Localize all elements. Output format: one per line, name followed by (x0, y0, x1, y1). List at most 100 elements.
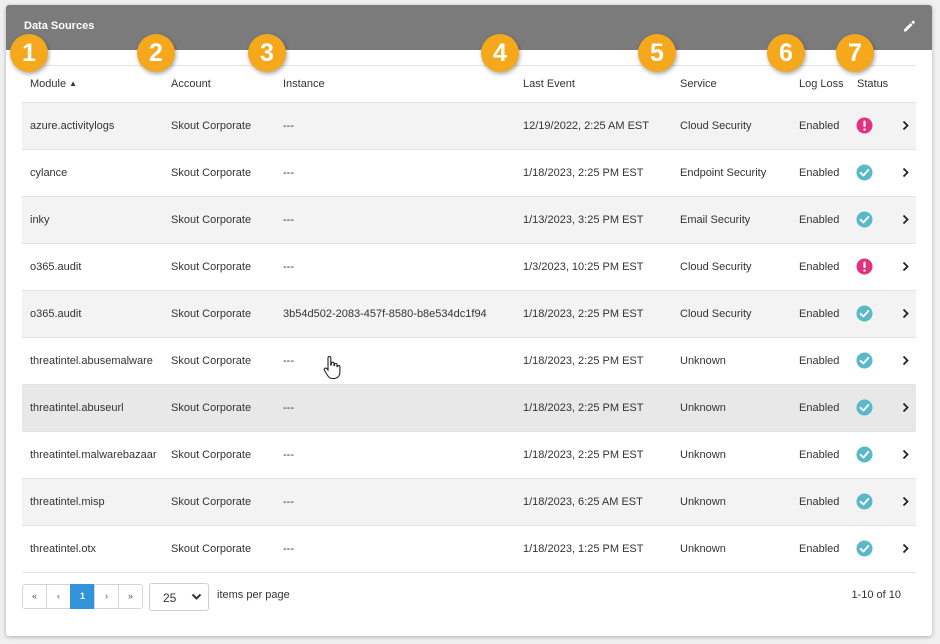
chevron-right-icon[interactable] (902, 402, 909, 413)
cell-last-event: 1/18/2023, 6:25 AM EST (523, 496, 643, 508)
chevron-right-icon[interactable] (902, 449, 909, 460)
cell-last-event: 1/18/2023, 2:25 PM EST (523, 402, 644, 414)
chevron-right-icon[interactable] (902, 167, 909, 178)
check-circle-icon (856, 352, 873, 369)
cell-instance: --- (283, 167, 294, 179)
cell-last-event: 1/3/2023, 10:25 PM EST (523, 261, 644, 273)
check-circle-icon (856, 211, 873, 228)
column-header-last-event[interactable]: Last Event (523, 78, 575, 90)
cell-service: Cloud Security (680, 261, 752, 273)
column-header-service[interactable]: Service (680, 78, 717, 90)
previous-page-button[interactable]: ‹ (46, 584, 71, 609)
cell-account: Skout Corporate (171, 355, 252, 367)
cell-module: threatintel.malwarebazaar (30, 449, 157, 461)
cell-instance: --- (283, 261, 294, 273)
table-row[interactable]: threatintel.abuseurl Skout Corporate --- 1/… (22, 385, 916, 432)
cell-module: cylance (30, 167, 68, 179)
data-sources-panel: Data Sources Module ▲ Account Instance La… (6, 5, 932, 636)
cell-service: Cloud Security (680, 120, 752, 132)
cell-instance: --- (283, 120, 294, 132)
next-page-button[interactable]: › (94, 584, 119, 609)
cell-last-event: 1/18/2023, 2:25 PM EST (523, 308, 644, 320)
callout-badge-3: 3 (248, 34, 286, 72)
chevron-right-icon[interactable] (902, 214, 909, 225)
pagination-range: 1-10 of 10 (851, 589, 901, 601)
table-row[interactable]: threatintel.malwarebazaar Skout Corporate… (22, 432, 916, 479)
panel-title: Data Sources (24, 20, 95, 32)
last-page-button[interactable]: » (118, 584, 143, 609)
cell-module: o365.audit (30, 308, 82, 320)
callout-badge-5: 5 (638, 34, 676, 72)
cell-instance: --- (283, 543, 294, 555)
cell-last-event: 1/18/2023, 1:25 PM EST (523, 543, 644, 555)
cell-log-loss: Enabled (799, 355, 840, 367)
chevron-right-icon[interactable] (902, 261, 909, 272)
table-row[interactable]: cylance Skout Corporate --- 1/18/2023, 2:25… (22, 150, 916, 197)
cell-instance: --- (283, 355, 294, 367)
column-header-module[interactable]: Module ▲ (30, 78, 77, 90)
table-row[interactable]: inky Skout Corporate --- 1/13/2023, 3:25 PM… (22, 197, 916, 244)
cell-log-loss: Enabled (799, 543, 840, 555)
cell-module: threatintel.otx (30, 543, 97, 555)
callout-badge-1: 1 (10, 34, 48, 72)
cell-log-loss: Enabled (799, 120, 840, 132)
table-row[interactable]: o365.audit Skout Corporate --- 1/3/2023, 10… (22, 244, 916, 291)
check-circle-icon (856, 399, 873, 416)
exclamation-circle-icon (856, 117, 873, 134)
cell-module: azure.activitylogs (30, 120, 115, 132)
items-per-page-label: items per page (217, 589, 290, 601)
column-header-instance[interactable]: Instance (283, 78, 325, 90)
cell-log-loss: Enabled (799, 214, 840, 226)
exclamation-circle-icon (856, 258, 873, 275)
cell-account: Skout Corporate (171, 120, 252, 132)
cell-service: Cloud Security (680, 308, 752, 320)
table-row[interactable]: threatintel.misp Skout Corporate --- 1/18/2… (22, 479, 916, 526)
page-button-current[interactable]: 1 (70, 584, 95, 609)
cell-account: Skout Corporate (171, 496, 252, 508)
cell-last-event: 1/18/2023, 2:25 PM EST (523, 167, 644, 179)
callout-badge-6: 6 (767, 34, 805, 72)
table-body: azure.activitylogs Skout Corporate --- 12/1… (22, 103, 916, 573)
table-row[interactable]: o365.audit Skout Corporate 3b54d502-2083-4… (22, 291, 916, 338)
cell-log-loss: Enabled (799, 167, 840, 179)
chevron-right-icon[interactable] (902, 543, 909, 554)
cell-service: Unknown (680, 543, 726, 555)
pencil-icon[interactable] (902, 19, 916, 33)
cell-service: Unknown (680, 402, 726, 414)
chevron-right-icon[interactable] (902, 120, 909, 131)
cell-service: Unknown (680, 355, 726, 367)
chevron-right-icon[interactable] (902, 496, 909, 507)
cell-service: Unknown (680, 449, 726, 461)
cell-module: threatintel.abuseurl (30, 402, 124, 414)
cell-instance: --- (283, 496, 294, 508)
column-header-log-loss[interactable]: Log Loss (799, 78, 844, 90)
cell-account: Skout Corporate (171, 214, 252, 226)
hand-pointer-icon (323, 356, 341, 380)
cell-module: threatintel.misp (30, 496, 105, 508)
cell-log-loss: Enabled (799, 308, 840, 320)
table-row[interactable]: threatintel.otx Skout Corporate --- 1/18/20… (22, 526, 916, 573)
cell-account: Skout Corporate (171, 261, 252, 273)
cell-module: threatintel.abusemalware (30, 355, 153, 367)
check-circle-icon (856, 446, 873, 463)
cell-module: inky (30, 214, 50, 226)
chevron-right-icon[interactable] (902, 355, 909, 366)
pagination: « ‹ 1 › » (22, 584, 143, 609)
cell-last-event: 12/19/2022, 2:25 AM EST (523, 120, 649, 132)
check-circle-icon (856, 305, 873, 322)
chevron-right-icon[interactable] (902, 308, 909, 319)
page-size-select[interactable]: 25 (149, 583, 209, 611)
cell-log-loss: Enabled (799, 261, 840, 273)
cell-last-event: 1/18/2023, 2:25 PM EST (523, 449, 644, 461)
first-page-button[interactable]: « (22, 584, 47, 609)
table-row[interactable]: azure.activitylogs Skout Corporate --- 12/1… (22, 103, 916, 150)
cell-module: o365.audit (30, 261, 82, 273)
cell-service: Endpoint Security (680, 167, 767, 179)
cell-instance: --- (283, 214, 294, 226)
cell-log-loss: Enabled (799, 402, 840, 414)
column-header-status[interactable]: Status (857, 78, 888, 90)
cell-service: Email Security (680, 214, 751, 226)
table-row[interactable]: threatintel.abusemalware Skout Corporate -… (22, 338, 916, 385)
column-header-account[interactable]: Account (171, 78, 211, 90)
cell-account: Skout Corporate (171, 308, 252, 320)
